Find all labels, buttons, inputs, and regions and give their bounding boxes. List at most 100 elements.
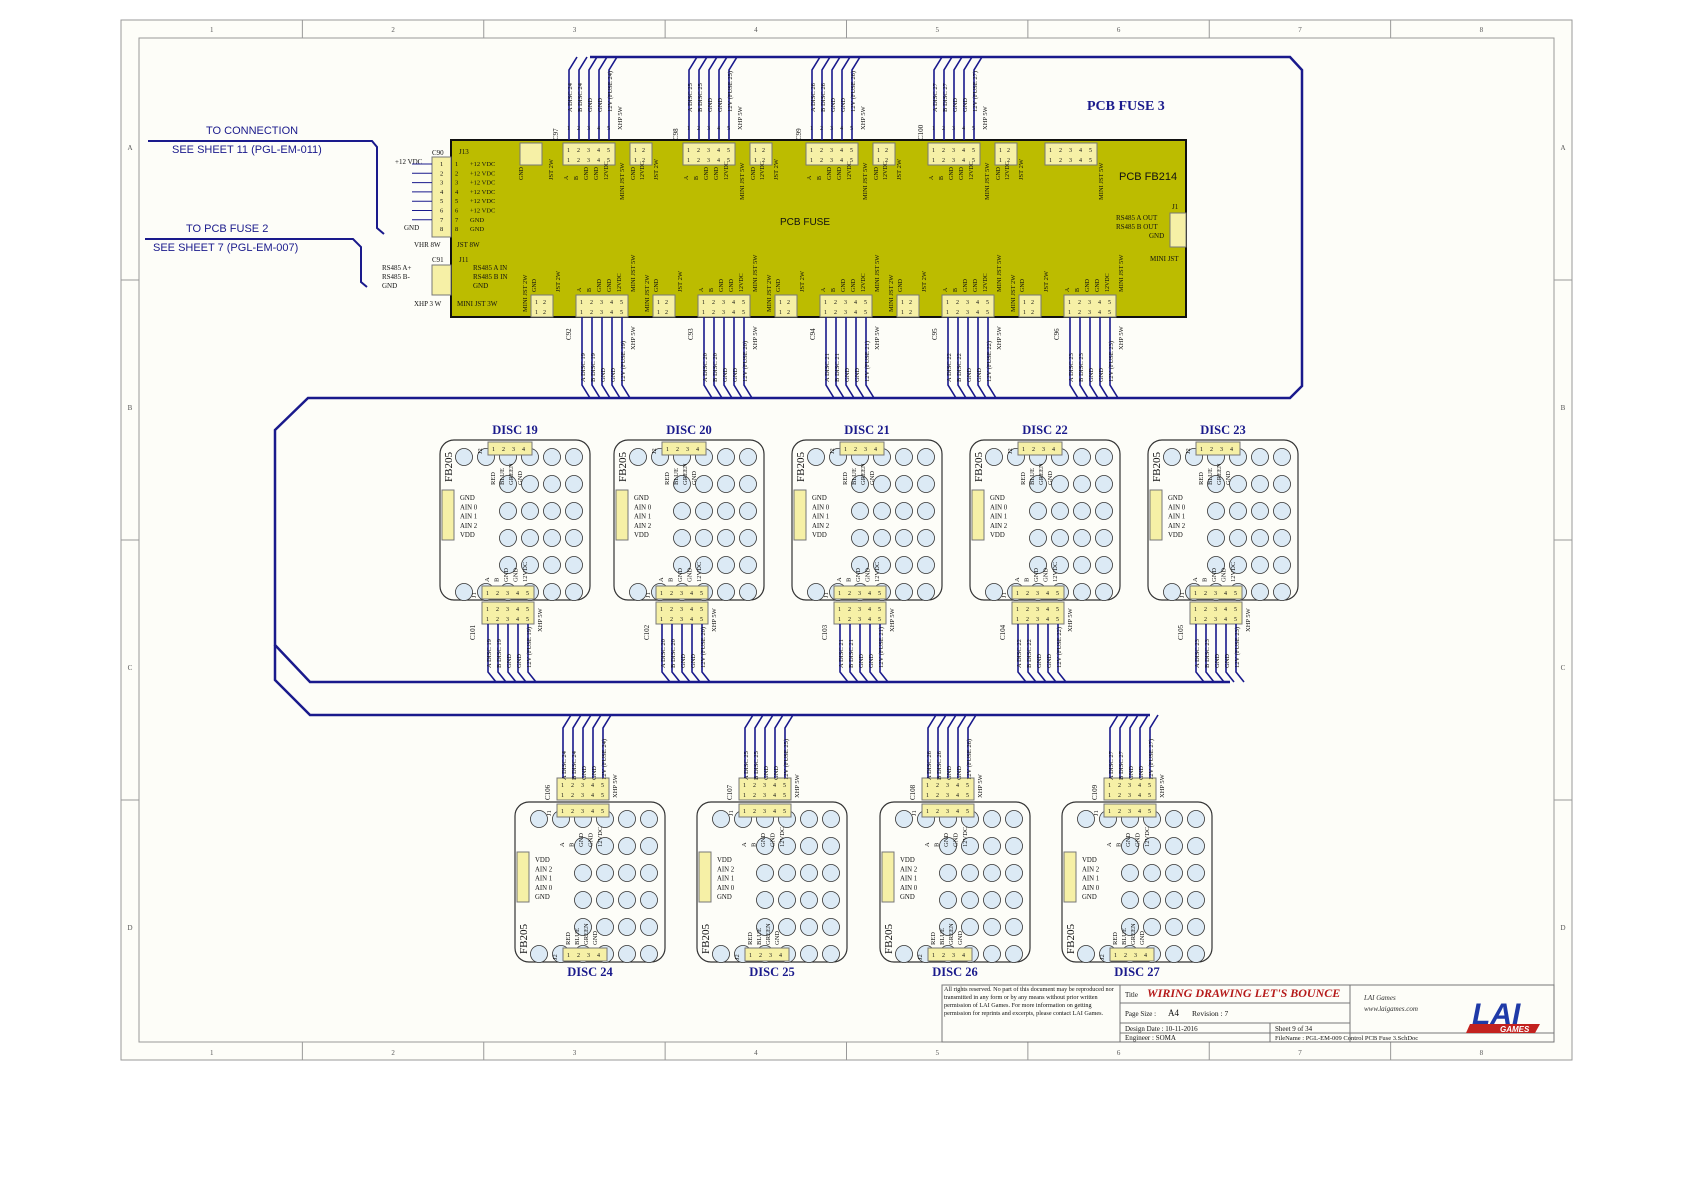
led-pad: [800, 918, 818, 936]
led-pad: [1051, 529, 1069, 547]
jst-2w-gnd-label: GND: [776, 278, 782, 292]
led-pad: [1251, 556, 1269, 574]
pin-number: 2: [820, 126, 823, 132]
pin-number: 1: [535, 310, 538, 316]
cable-signal-label: GND: [946, 766, 953, 780]
pin-number: 2: [942, 953, 945, 959]
led-pin-label: GREEN: [1038, 463, 1045, 485]
pin-number: 4: [1079, 148, 1082, 154]
j2-label: J2: [1185, 448, 1192, 454]
led-pad: [1143, 891, 1161, 909]
cable-xhp-label: XHP 5W: [612, 773, 619, 798]
pin-number: 1: [535, 300, 538, 306]
j1-pin-label: A: [559, 842, 566, 847]
led-pad: [1207, 529, 1225, 547]
led-pad: [1165, 837, 1183, 855]
pin-number: 1: [492, 447, 495, 453]
rs485-b-label: RS485 B-: [382, 273, 410, 281]
j13-pin-label: +12 VDC: [470, 170, 495, 177]
c90-pin-number: 8: [455, 226, 458, 233]
pin-number: 1: [702, 310, 705, 316]
j2-label: J2: [829, 448, 836, 454]
to-connection-sheet: SEE SHEET 11 (PGL-EM-011): [172, 144, 322, 156]
jst-2w-label: JST 2W: [677, 270, 684, 292]
bottom-connector-signal-label: GND: [854, 368, 861, 382]
zone-row-right-C: C: [1561, 664, 1566, 672]
pin-number: 5: [742, 300, 745, 306]
pin-number: 3: [581, 793, 584, 799]
pin-number: 1: [486, 617, 489, 623]
c90-12vdc-label: +12 VDC: [395, 158, 423, 166]
c90-pin-number: 2: [440, 170, 443, 177]
led-pad: [895, 502, 913, 520]
led-pad: [917, 475, 935, 493]
cable-signal-label: A DISC 27: [1108, 750, 1115, 780]
led-pad: [640, 810, 658, 828]
pin-number: 2: [577, 953, 580, 959]
top-connector-signal-label: B DISC 24: [577, 82, 584, 112]
led-pad: [1165, 810, 1183, 828]
pin-number: 4: [516, 591, 519, 597]
top-connector-signal-label: GND: [587, 98, 594, 112]
pin-number: 5: [727, 126, 730, 132]
j1-pin-label: GND: [677, 568, 684, 582]
ain-pin-label: VDD: [1082, 857, 1097, 864]
cable-signal-label: A DISC 24: [561, 750, 568, 780]
pin-number: 3: [506, 591, 509, 597]
j1-right-gnd-label: GND: [1149, 232, 1164, 240]
cable-signal-label: A DISC 23: [1194, 639, 1201, 668]
pin-number: 2: [848, 591, 851, 597]
zone-row-left-C: C: [128, 664, 133, 672]
pin-number: 5: [601, 793, 604, 799]
led-pad: [673, 502, 691, 520]
pin-number: 1: [743, 783, 746, 789]
pin-number: 2: [670, 591, 673, 597]
pin-number: 2: [590, 310, 593, 316]
cable-signal-label: GND: [1128, 766, 1135, 780]
bottom-connector-signal-label: B DISC 21: [834, 353, 841, 382]
led-pad: [895, 475, 913, 493]
led-pad: [521, 502, 539, 520]
led-pad: [717, 448, 735, 466]
led-pad: [543, 475, 561, 493]
pin-number: 4: [1079, 158, 1082, 164]
led-pin-label: BLUE: [1029, 468, 1036, 485]
ain-pin-label: AIN 1: [900, 876, 917, 883]
cable-cap-label: C103: [821, 624, 829, 640]
bottom-connector-signal-label: A DISC 19: [580, 353, 587, 382]
led-pad: [1005, 810, 1023, 828]
led-pad: [917, 556, 935, 574]
pin-number: 2: [712, 310, 715, 316]
pin-number: 4: [956, 809, 959, 815]
pin-number: 1: [779, 300, 782, 306]
board-pin-label: GND: [841, 278, 847, 292]
led-pad: [1005, 945, 1023, 963]
c90-gnd-label: GND: [404, 224, 419, 232]
ain-pin-label: AIN 0: [460, 504, 478, 511]
led-pad: [778, 891, 796, 909]
led-pad: [1165, 918, 1183, 936]
pin-number: 1: [660, 591, 663, 597]
cable-cap-label: C101: [469, 624, 477, 640]
cable-signal-label: B DISC 20: [670, 639, 677, 668]
xhp-5w-label: XHP 5W: [752, 325, 759, 350]
cable-xhp-label: XHP 5W: [889, 607, 896, 632]
pin-number: 5: [850, 126, 853, 132]
pin-number: 3: [707, 158, 710, 164]
led-pad: [873, 529, 891, 547]
disc-board-label: FB205: [1065, 924, 1077, 954]
mini-jst-5w-label: MINI JST 5W: [862, 162, 869, 200]
ain-pin-label: GND: [460, 495, 475, 502]
board-pin-label: GND: [837, 166, 843, 180]
j1-pin-label: 12VDC: [597, 827, 604, 847]
pin-number: 4: [610, 310, 613, 316]
cable-signal-label: GND: [763, 766, 770, 780]
disc-board-label: FB205: [1151, 452, 1163, 482]
pin-number: 1: [561, 783, 564, 789]
pin-number: 3: [1088, 310, 1091, 316]
led-pad: [629, 448, 647, 466]
led-pad: [873, 502, 891, 520]
ain-pin-label: GND: [812, 495, 827, 502]
board-pin-label: 12VDC: [1105, 273, 1111, 292]
led-pad: [640, 891, 658, 909]
